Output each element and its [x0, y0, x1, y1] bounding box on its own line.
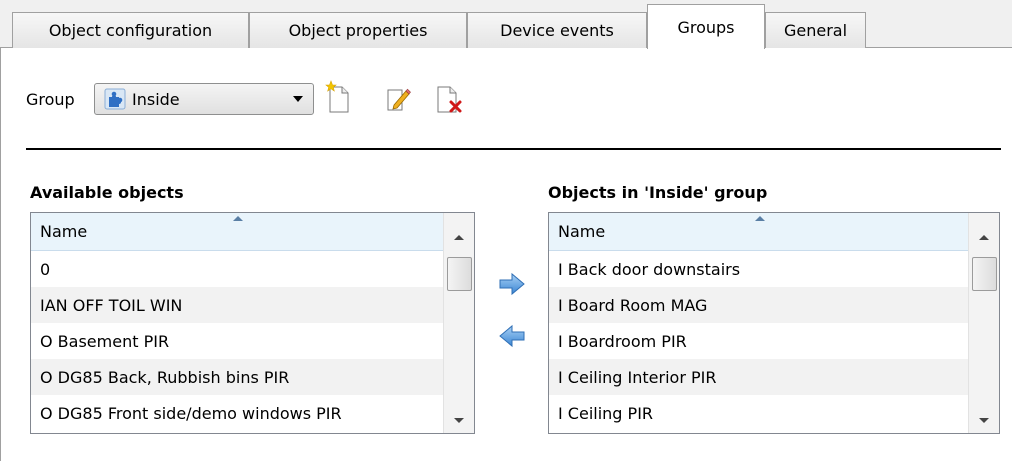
scroll-thumb[interactable] — [447, 257, 472, 291]
delete-document-icon[interactable] — [432, 80, 462, 114]
chevron-down-icon — [293, 96, 303, 102]
arrow-right-icon[interactable] — [498, 272, 526, 296]
edit-pencil-icon[interactable] — [382, 80, 412, 114]
scroll-up-icon[interactable] — [979, 235, 989, 240]
list-item[interactable]: I Back door downstairs — [549, 251, 969, 287]
scroll-down-icon[interactable] — [454, 418, 464, 423]
scroll-down-icon[interactable] — [979, 418, 989, 423]
available-objects-title: Available objects — [30, 183, 184, 202]
list-item[interactable]: I Ceiling PIR — [549, 395, 969, 431]
available-name-column-label: Name — [40, 222, 88, 241]
tab-device-events[interactable]: Device events — [467, 12, 647, 48]
list-item[interactable]: I Ceiling Interior PIR — [549, 359, 969, 395]
arrow-left-icon[interactable] — [498, 324, 526, 348]
tab-object-configuration[interactable]: Object configuration — [12, 12, 249, 48]
new-document-icon[interactable] — [324, 80, 354, 114]
list-item[interactable]: IAN OFF TOIL WIN — [31, 287, 444, 323]
section-divider — [26, 148, 1001, 150]
available-rows: 0 IAN OFF TOIL WIN O Basement PIR O DG85… — [31, 251, 444, 431]
list-item[interactable]: O Basement PIR — [31, 323, 444, 359]
group-scrollbar[interactable] — [968, 213, 999, 433]
available-scrollbar[interactable] — [443, 213, 474, 433]
group-name-column-header[interactable]: Name — [549, 213, 969, 251]
group-objects-title: Objects in 'Inside' group — [548, 183, 768, 202]
tab-object-properties[interactable]: Object properties — [249, 12, 467, 48]
sort-ascending-icon — [233, 216, 243, 221]
list-item[interactable]: 0 — [31, 251, 444, 287]
available-objects-list[interactable]: Name 0 IAN OFF TOIL WIN O Basement PIR O… — [30, 212, 475, 434]
sort-ascending-icon — [755, 216, 765, 221]
tab-groups[interactable]: Groups — [647, 4, 765, 49]
list-item[interactable]: O DG85 Back, Rubbish bins PIR — [31, 359, 444, 395]
list-item[interactable]: O DG85 Front side/demo windows PIR — [31, 395, 444, 431]
tab-strip: Object configuration Object properties D… — [0, 0, 1012, 49]
scroll-up-icon[interactable] — [454, 235, 464, 240]
group-objects-list[interactable]: Name I Back door downstairs I Board Room… — [548, 212, 1000, 434]
group-name-column-label: Name — [558, 222, 606, 241]
puzzle-piece-icon — [104, 88, 126, 110]
group-rows: I Back door downstairs I Board Room MAG … — [549, 251, 969, 431]
scroll-thumb[interactable] — [972, 257, 997, 291]
list-item[interactable]: I Boardroom PIR — [549, 323, 969, 359]
list-item[interactable]: I Board Room MAG — [549, 287, 969, 323]
available-name-column-header[interactable]: Name — [31, 213, 444, 251]
group-select[interactable]: Inside — [94, 83, 314, 115]
tab-general[interactable]: General — [765, 12, 866, 48]
group-label: Group — [26, 90, 75, 109]
group-select-value: Inside — [132, 89, 180, 109]
